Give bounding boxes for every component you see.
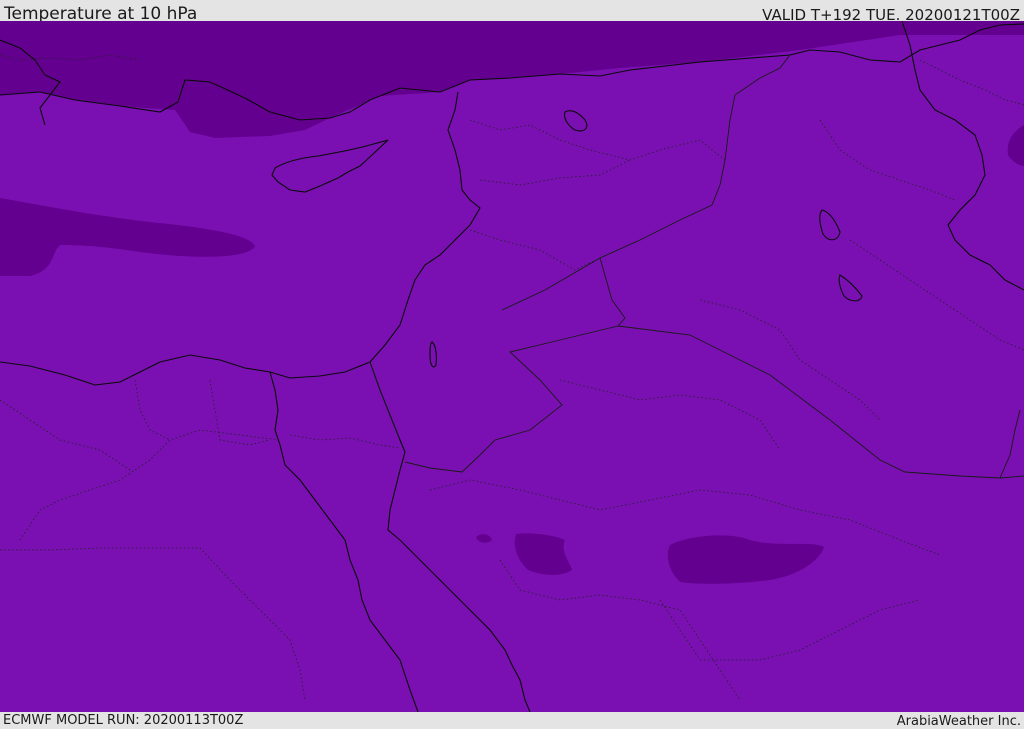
footer-bar: ECMWF MODEL RUN: 20200113T00Z ArabiaWeat… xyxy=(0,712,1024,729)
credit-label: ArabiaWeather Inc. xyxy=(896,714,1021,729)
weather-map[interactable] xyxy=(0,21,1024,712)
header-bar: Temperature at 10 hPa VALID T+192 TUE. 2… xyxy=(0,0,1024,24)
model-run-label: ECMWF MODEL RUN: 20200113T00Z xyxy=(3,713,244,728)
temperature-field-base xyxy=(0,21,1024,712)
map-canvas xyxy=(0,21,1024,712)
